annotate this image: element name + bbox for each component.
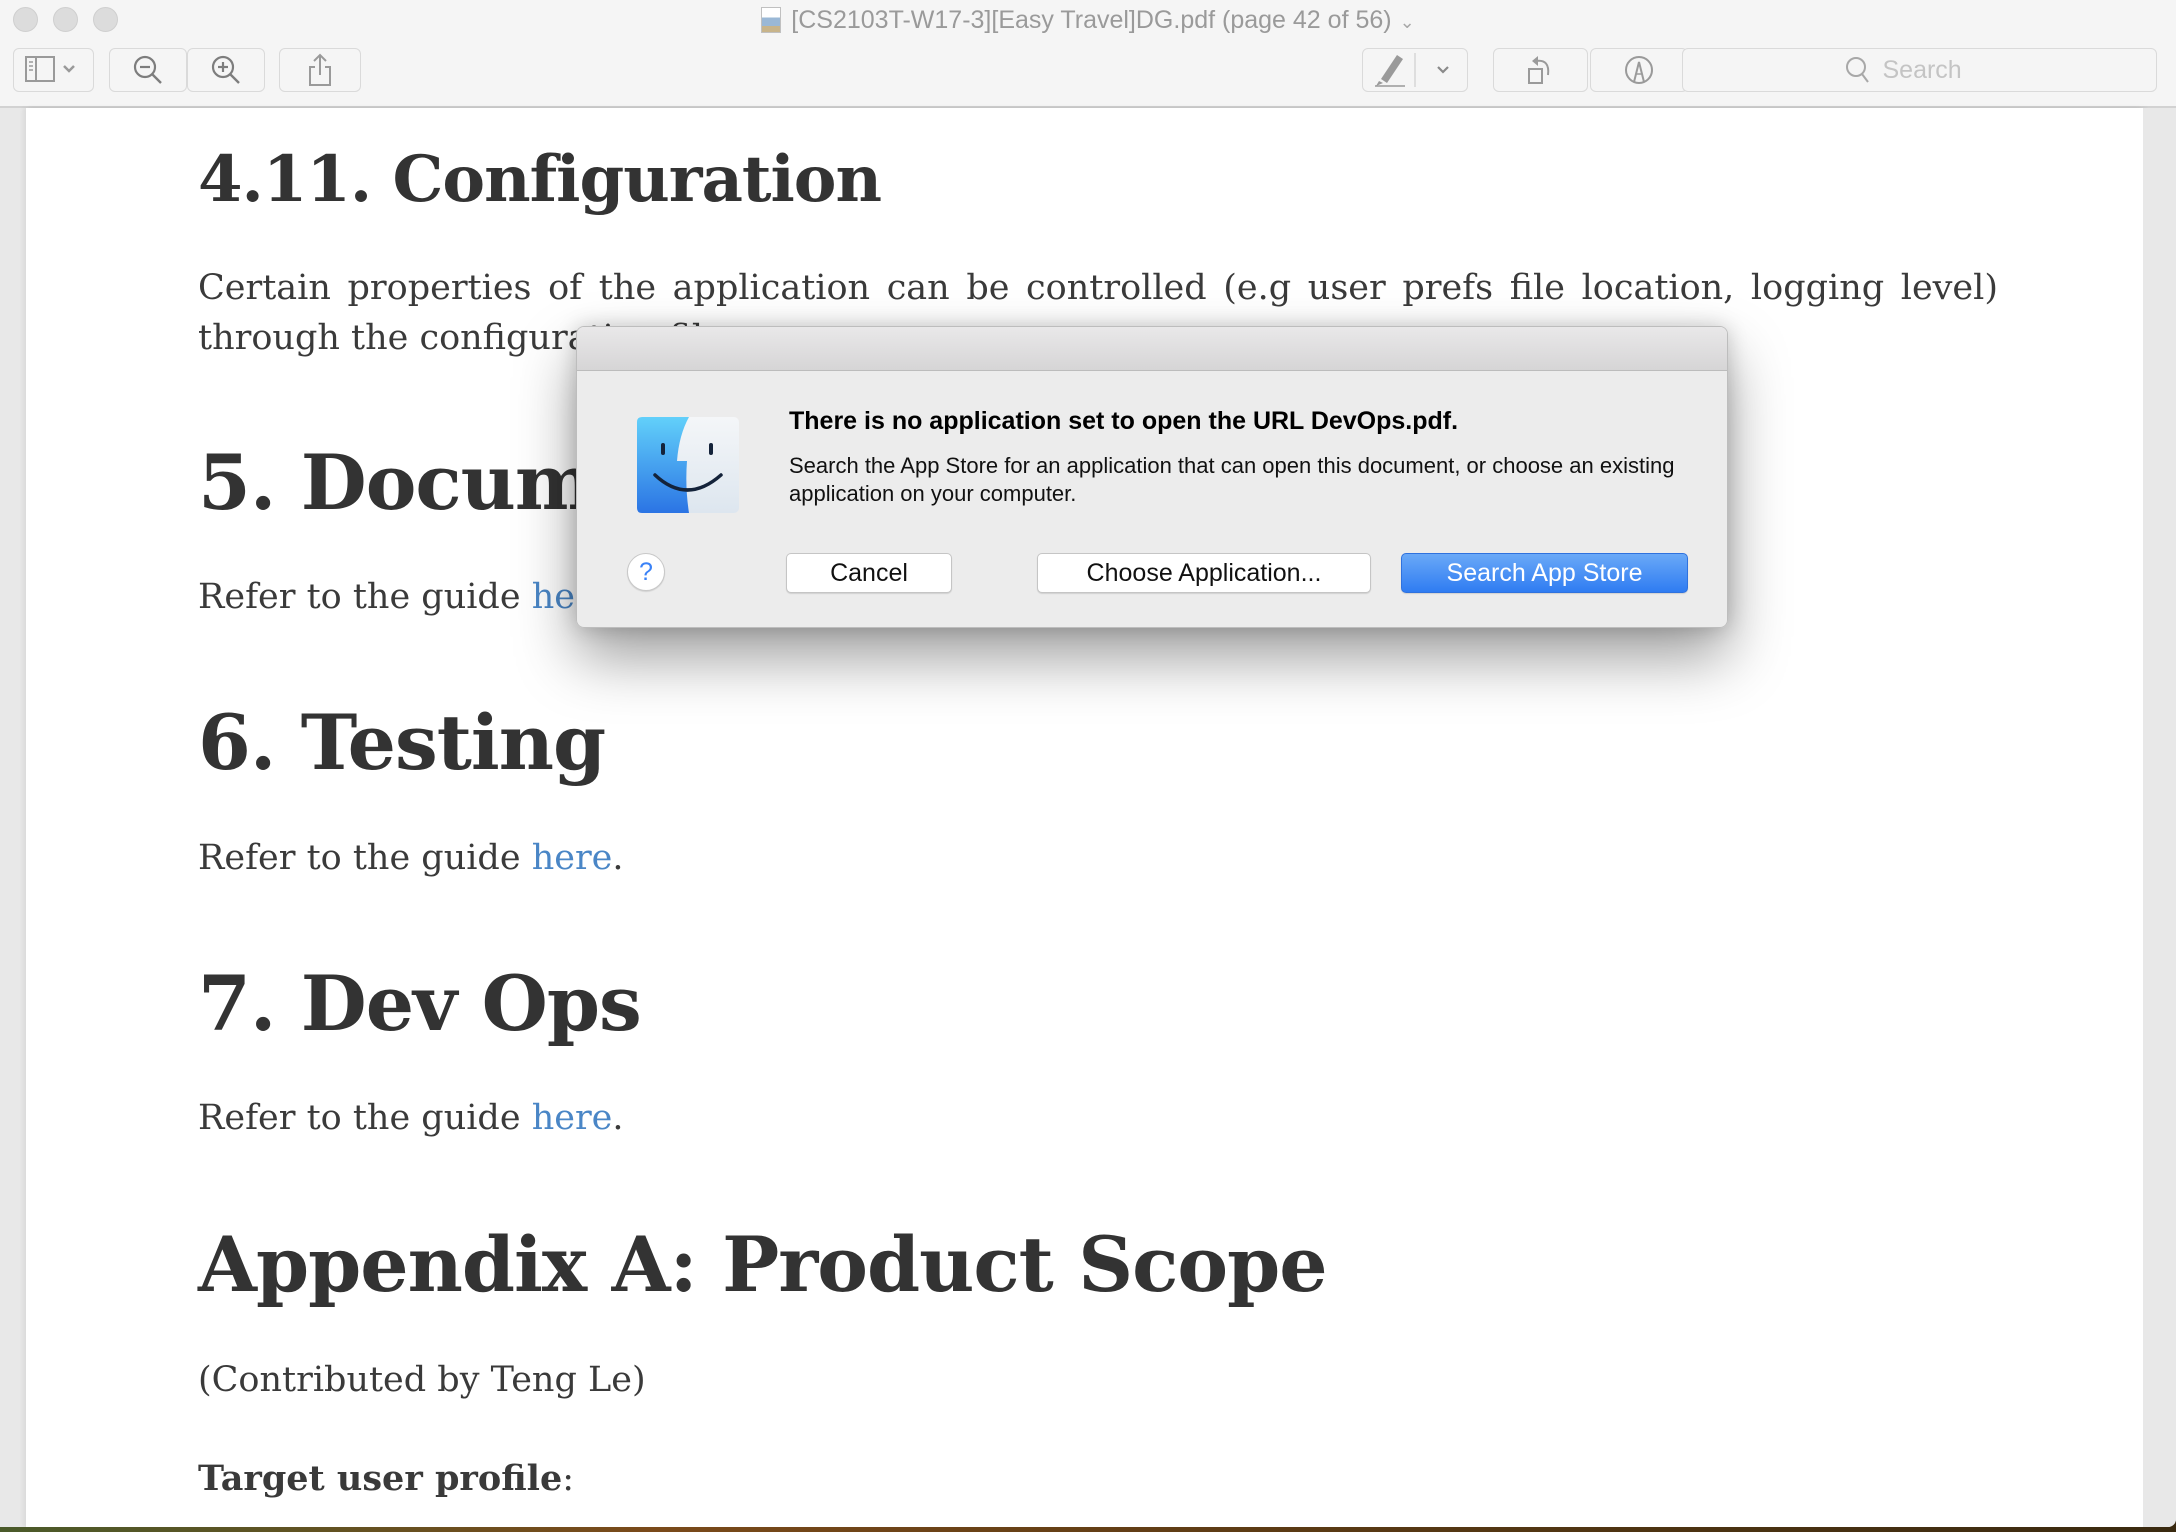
section-heading-product-scope: Appendix A: Product Scope [198,1220,1328,1309]
section-heading-configuration: 4.11. Configuration [198,142,882,217]
search-field[interactable] [1682,48,2157,92]
sidebar-view-button[interactable] [13,48,94,92]
pdf-document-icon [761,7,782,33]
zoom-in-icon [211,55,240,84]
punctuation: : [562,1459,575,1499]
markup-button[interactable] [1590,48,1688,92]
markup-pen-icon [1625,56,1653,84]
testing-paragraph: Refer to the guide here. [198,838,624,878]
section-heading-testing: 6. Testing [198,698,606,787]
configuration-paragraph: Certain properties of the application ca… [198,260,1998,316]
window-title[interactable]: [CS2103T-W17-3][Easy Travel]DG.pdf (page… [0,4,2176,38]
highlighter-icon [1375,53,1416,87]
target-label: Target user profile [198,1458,563,1499]
documentation-paragraph: Refer to the guide here. [198,577,624,617]
testing-guide-link[interactable]: here [532,838,613,878]
punctuation: . [612,1098,624,1138]
no-application-dialog: There is no application set to open the … [576,326,1728,628]
zoom-out-icon [133,55,162,84]
devops-paragraph: Refer to the guide here. [198,1098,624,1138]
devops-guide-link[interactable]: here [532,1098,613,1138]
pdf-page: 4.11. Configuration Certain properties o… [26,108,2143,1527]
search-app-store-button[interactable]: Search App Store [1401,553,1688,593]
punctuation: . [612,838,624,878]
window-toolbar: [CS2103T-W17-3][Easy Travel]DG.pdf (page… [0,0,2176,108]
cancel-button[interactable]: Cancel [786,553,952,593]
highlight-button[interactable] [1362,48,1468,92]
share-icon [309,53,331,86]
rotate-button[interactable] [1493,48,1588,92]
zoom-in-button[interactable] [187,48,265,92]
window-title-text: [CS2103T-W17-3][Easy Travel]DG.pdf (page… [791,6,1392,34]
share-button[interactable] [279,48,361,92]
rotate-left-icon [1527,56,1549,84]
choose-application-button[interactable]: Choose Application... [1037,553,1371,593]
refer-text: Refer to the guide [198,838,532,878]
chevron-down-icon: ⌄ [1399,12,1415,32]
target-user-profile-label: Target user profile: [198,1458,574,1499]
dialog-title: There is no application set to open the … [789,407,1459,435]
dialog-message: Search the App Store for an application … [789,453,1675,506]
search-input[interactable] [1880,54,1995,86]
zoom-out-button[interactable] [109,48,187,92]
finder-icon [637,417,739,513]
scroll-gutter[interactable] [2143,108,2176,1527]
refer-text: Refer to the guide [198,1098,532,1138]
help-button[interactable]: ? [627,553,665,591]
dialog-titlebar[interactable] [577,327,1727,371]
preview-window: [CS2103T-W17-3][Easy Travel]DG.pdf (page… [0,0,2176,1527]
contributor-note: (Contributed by Teng Le) [198,1360,646,1400]
paragraph-line: Certain properties of the application ca… [198,268,1998,308]
chevron-down-icon[interactable] [1435,64,1451,76]
search-icon [1845,57,1869,83]
refer-text: Refer to the guide [198,577,532,617]
section-heading-devops: 7. Dev Ops [198,959,642,1048]
sidebar-icon [24,56,75,82]
